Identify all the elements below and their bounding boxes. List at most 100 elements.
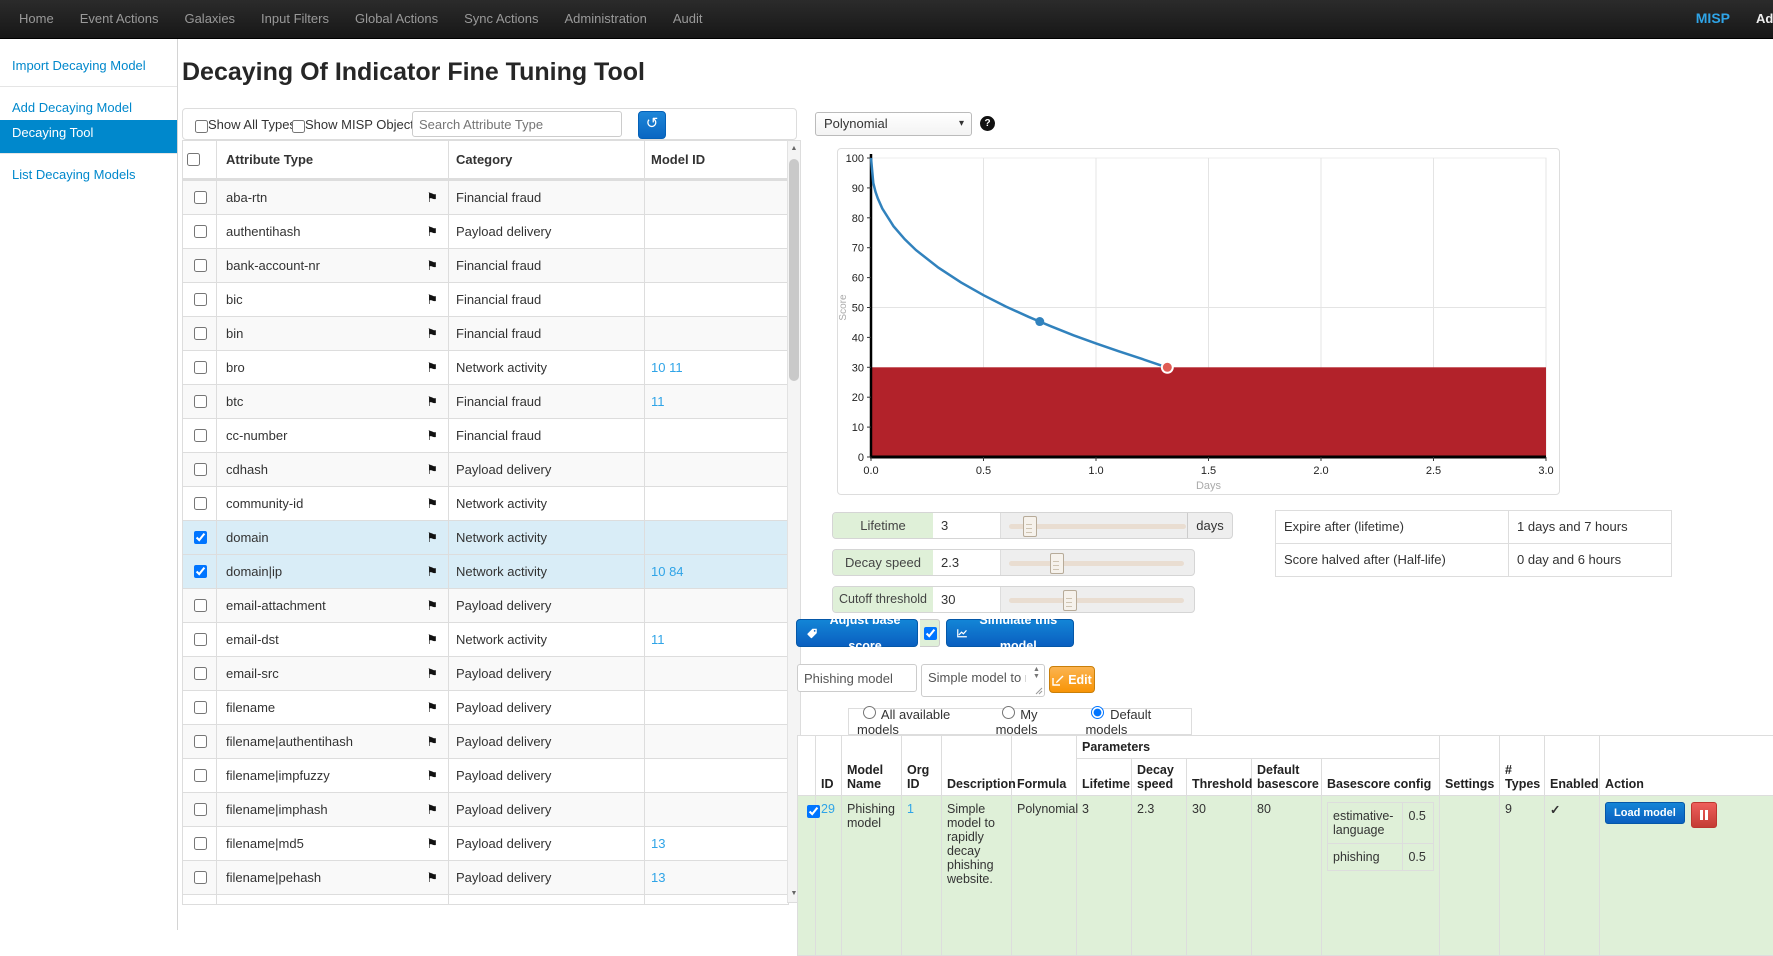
flag-icon[interactable]: ⚑ bbox=[426, 258, 438, 274]
table-row[interactable]: community-id ⚑ Network activity bbox=[183, 486, 788, 520]
simulate-model-button[interactable]: Simulate this model bbox=[946, 619, 1074, 647]
model-id-link[interactable]: 10 84 bbox=[651, 564, 684, 579]
lifetime-slider[interactable] bbox=[1009, 513, 1186, 538]
navbar-item[interactable]: Sync Actions bbox=[451, 0, 551, 26]
navbar-item[interactable]: Galaxies bbox=[171, 0, 248, 26]
flag-icon[interactable]: ⚑ bbox=[426, 836, 438, 852]
row-checkbox[interactable] bbox=[194, 599, 207, 612]
flag-icon[interactable]: ⚑ bbox=[426, 394, 438, 410]
row-checkbox[interactable] bbox=[194, 497, 207, 510]
flag-icon[interactable]: ⚑ bbox=[426, 870, 438, 886]
show-all-types-label[interactable]: Show All Types bbox=[208, 117, 296, 132]
flag-icon[interactable]: ⚑ bbox=[426, 428, 438, 444]
lifetime-slider-handle[interactable] bbox=[1023, 516, 1037, 537]
cutoff-threshold-slider-handle[interactable] bbox=[1063, 590, 1077, 611]
row-checkbox[interactable] bbox=[194, 803, 207, 816]
adjust-base-score-checkbox[interactable] bbox=[924, 627, 937, 640]
row-checkbox[interactable] bbox=[194, 395, 207, 408]
table-row[interactable]: bin ⚑ Financial fraud bbox=[183, 316, 788, 350]
table-row[interactable]: filename|pehash ⚑ Payload delivery 13 bbox=[183, 860, 788, 894]
formula-select[interactable]: Polynomial ▾ bbox=[815, 112, 972, 136]
table-row[interactable]: bank-account-nr ⚑ Financial fraud bbox=[183, 248, 788, 282]
row-checkbox[interactable] bbox=[194, 293, 207, 306]
search-input[interactable] bbox=[412, 111, 622, 137]
table-row[interactable]: filename|sha1 ⚑ Payload delivery 13 bbox=[183, 894, 788, 905]
table-row[interactable]: filename ⚑ Payload delivery bbox=[183, 690, 788, 724]
flag-icon[interactable]: ⚑ bbox=[426, 904, 438, 906]
table-row[interactable]: bic ⚑ Financial fraud bbox=[183, 282, 788, 316]
navbar-item[interactable]: Global Actions bbox=[342, 0, 451, 26]
flag-icon[interactable]: ⚑ bbox=[426, 496, 438, 512]
flag-icon[interactable]: ⚑ bbox=[426, 462, 438, 478]
table-row[interactable]: aba-rtn ⚑ Financial fraud bbox=[183, 180, 788, 214]
model-name-input[interactable] bbox=[797, 664, 917, 692]
model-filter-option[interactable]: Default models bbox=[1085, 706, 1191, 737]
misp-brand[interactable]: MISP bbox=[1696, 10, 1730, 26]
table-row[interactable]: cc-number ⚑ Financial fraud bbox=[183, 418, 788, 452]
model-description-textarea[interactable]: Simple model to rapidly decay phishing w… bbox=[921, 664, 1045, 697]
table-row[interactable]: filename|impfuzzy ⚑ Payload delivery bbox=[183, 758, 788, 792]
sidebar-item[interactable]: Decaying Tool bbox=[0, 120, 177, 154]
refresh-button[interactable]: ↺ bbox=[638, 111, 666, 139]
sidebar-item[interactable]: Add Decaying Model bbox=[0, 95, 177, 120]
decay-speed-slider-handle[interactable] bbox=[1050, 553, 1064, 574]
flag-icon[interactable]: ⚑ bbox=[426, 768, 438, 784]
show-misp-objects-label[interactable]: Show MISP Objects bbox=[305, 117, 420, 132]
header-attribute-type[interactable]: Attribute Type bbox=[216, 141, 448, 178]
table-row[interactable]: email-attachment ⚑ Payload delivery bbox=[183, 588, 788, 622]
row-checkbox[interactable] bbox=[194, 769, 207, 782]
navbar-item[interactable]: Audit bbox=[660, 0, 716, 26]
navbar-item[interactable]: Event Actions bbox=[67, 0, 172, 26]
model-filter-option[interactable]: My models bbox=[996, 706, 1079, 737]
flag-icon[interactable]: ⚑ bbox=[426, 666, 438, 682]
table-row[interactable]: email-dst ⚑ Network activity 11 bbox=[183, 622, 788, 656]
model-filter-radio[interactable] bbox=[1091, 706, 1104, 719]
decay-chart-canvas[interactable]: 01020304050607080901000.00.51.01.52.02.5… bbox=[838, 149, 1557, 492]
header-category[interactable]: Category bbox=[448, 141, 644, 178]
flag-icon[interactable]: ⚑ bbox=[426, 802, 438, 818]
flag-icon[interactable]: ⚑ bbox=[426, 632, 438, 648]
flag-icon[interactable]: ⚑ bbox=[426, 530, 438, 546]
model-id-link[interactable]: 13 bbox=[651, 904, 665, 905]
row-checkbox[interactable] bbox=[194, 361, 207, 374]
header-model-id[interactable]: Model ID bbox=[644, 141, 788, 178]
model-id-link[interactable]: 10 11 bbox=[651, 360, 683, 375]
table-row[interactable]: btc ⚑ Financial fraud 11 bbox=[183, 384, 788, 418]
table-row[interactable]: domain|ip ⚑ Network activity 10 84 bbox=[183, 554, 788, 588]
table-row[interactable]: filename|md5 ⚑ Payload delivery 13 bbox=[183, 826, 788, 860]
model-filter-option[interactable]: All available models bbox=[857, 706, 989, 737]
flag-icon[interactable]: ⚑ bbox=[426, 190, 438, 206]
show-misp-objects-checkbox[interactable] bbox=[292, 120, 305, 133]
table-row[interactable]: cdhash ⚑ Payload delivery bbox=[183, 452, 788, 486]
scroll-up-icon[interactable]: ▲ bbox=[788, 142, 800, 156]
table-row[interactable]: filename|imphash ⚑ Payload delivery bbox=[183, 792, 788, 826]
table-row[interactable]: domain ⚑ Network activity bbox=[183, 520, 788, 554]
edit-model-button[interactable]: Edit bbox=[1049, 666, 1095, 693]
decay-speed-value[interactable]: 2.3 bbox=[933, 550, 1001, 575]
adjust-base-score-button[interactable]: Adjust base score bbox=[796, 619, 918, 647]
table-row[interactable]: filename|authentihash ⚑ Payload delivery bbox=[183, 724, 788, 758]
table-row[interactable]: bro ⚑ Network activity 10 11 bbox=[183, 350, 788, 384]
row-checkbox[interactable] bbox=[194, 259, 207, 272]
model-id-link[interactable]: 11 bbox=[651, 394, 665, 409]
model-id-link[interactable]: 11 bbox=[651, 632, 665, 647]
flag-icon[interactable]: ⚑ bbox=[426, 224, 438, 240]
model-id-link[interactable]: 13 bbox=[651, 836, 665, 851]
flag-icon[interactable]: ⚑ bbox=[426, 564, 438, 580]
row-checkbox[interactable] bbox=[194, 463, 207, 476]
lifetime-value[interactable]: 3 bbox=[933, 513, 1001, 538]
model-filter-radio[interactable] bbox=[863, 706, 876, 719]
row-checkbox[interactable] bbox=[194, 667, 207, 680]
org-id-link[interactable]: 1 bbox=[907, 802, 914, 816]
flag-icon[interactable]: ⚑ bbox=[426, 700, 438, 716]
resize-grip-icon[interactable] bbox=[1035, 687, 1043, 695]
sidebar-item[interactable]: List Decaying Models bbox=[0, 162, 177, 187]
flag-icon[interactable]: ⚑ bbox=[426, 292, 438, 308]
row-checkbox[interactable] bbox=[194, 565, 207, 578]
help-icon[interactable]: ? bbox=[980, 116, 995, 131]
navbar-item[interactable]: Input Filters bbox=[248, 0, 342, 26]
row-checkbox[interactable] bbox=[194, 225, 207, 238]
row-checkbox[interactable] bbox=[194, 701, 207, 714]
show-all-types-checkbox[interactable] bbox=[195, 120, 208, 133]
spinner-up-icon[interactable]: ▲ bbox=[1031, 666, 1042, 673]
